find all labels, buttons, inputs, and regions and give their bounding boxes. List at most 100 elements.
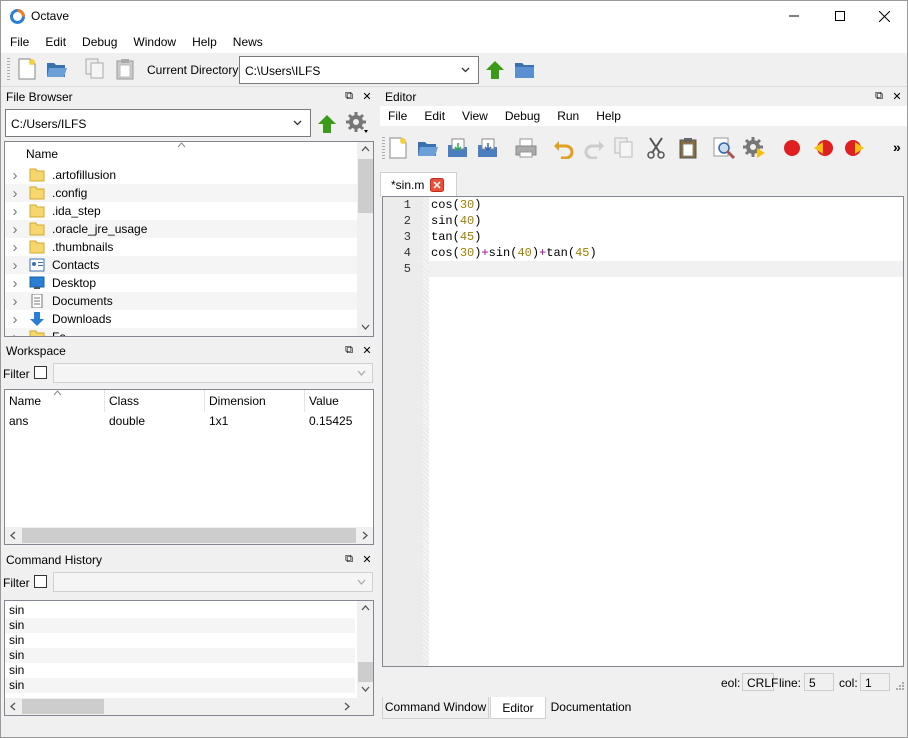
workspace-filter-checkbox[interactable] [34, 366, 47, 379]
history-filter-checkbox[interactable] [34, 575, 47, 588]
scroll-thumb[interactable] [22, 699, 104, 714]
scroll-down-icon[interactable] [361, 686, 370, 692]
expand-arrow-icon[interactable]: › [5, 257, 25, 274]
history-item[interactable]: sin [5, 603, 355, 618]
editor-open-button[interactable] [416, 136, 440, 160]
editor-cut-button[interactable] [644, 136, 668, 160]
tab-documentation[interactable]: Documentation [547, 697, 635, 719]
list-item[interactable]: › .oracle_jre_usage [5, 220, 357, 238]
editor-run-button[interactable] [742, 136, 766, 160]
close-icon[interactable]: ✕ [361, 553, 373, 566]
code-line[interactable]: cos(30)+sin(40)+tan(45) [431, 245, 901, 261]
history-item[interactable]: sin [5, 633, 355, 648]
editor-menu-view[interactable]: View [454, 106, 497, 128]
file-browser-settings-button[interactable] [345, 111, 369, 135]
workspace-hscrollbar[interactable] [5, 527, 373, 544]
code-editor[interactable]: 12345 cos(30) sin(40) tan(45) cos(30)+sin(4… [382, 196, 904, 667]
workspace-filter-input[interactable] [53, 363, 373, 383]
code-line[interactable] [431, 261, 901, 277]
editor-redo-button[interactable] [582, 136, 606, 160]
list-item[interactable]: › .config [5, 184, 357, 202]
undock-icon[interactable]: ⧉ [343, 90, 355, 102]
editor-menu-edit[interactable]: Edit [416, 106, 454, 128]
expand-arrow-icon[interactable]: › [5, 167, 25, 184]
editor-menu-file[interactable]: File [380, 106, 416, 128]
undock-icon[interactable]: ⧉ [343, 553, 355, 565]
scroll-up-icon[interactable] [361, 605, 370, 611]
expand-arrow-icon[interactable]: › [5, 293, 25, 310]
history-item[interactable]: sin [5, 663, 355, 678]
editor-save-button[interactable] [446, 136, 470, 160]
editor-menu-help[interactable]: Help [588, 106, 630, 128]
toggle-breakpoint-button[interactable] [780, 136, 804, 160]
expand-arrow-icon[interactable]: › [5, 239, 25, 256]
scroll-up-icon[interactable] [361, 146, 370, 152]
previous-breakpoint-button[interactable] [812, 136, 836, 160]
history-item[interactable]: sin [5, 618, 355, 633]
editor-new-button[interactable] [386, 136, 410, 160]
file-browser-path-combo[interactable]: C:/Users/ILFS [5, 109, 311, 137]
open-file-button[interactable] [45, 57, 69, 81]
scroll-thumb[interactable] [358, 662, 373, 682]
editor-save-as-button[interactable] [476, 136, 500, 160]
list-item[interactable]: › .ida_step [5, 202, 357, 220]
history-hscrollbar[interactable] [5, 698, 373, 715]
scroll-thumb[interactable] [358, 159, 373, 213]
table-row[interactable]: ans double 1x1 0.15425 [5, 412, 373, 430]
code-line[interactable]: tan(45) [431, 229, 901, 245]
menu-edit[interactable]: Edit [37, 31, 74, 53]
menu-window[interactable]: Window [125, 31, 184, 53]
editor-undo-button[interactable] [552, 136, 576, 160]
scroll-thumb[interactable] [22, 528, 356, 543]
column-header-value[interactable]: Value [305, 390, 373, 412]
editor-tab-sin-m[interactable]: *sin.m [380, 172, 457, 197]
maximize-button[interactable] [817, 1, 863, 31]
scroll-down-icon[interactable] [361, 324, 370, 330]
expand-arrow-icon[interactable]: › [5, 185, 25, 202]
close-icon[interactable]: ✕ [361, 90, 373, 103]
minimize-button[interactable] [771, 1, 817, 31]
code-line[interactable]: cos(30) [431, 197, 901, 213]
close-icon[interactable]: ✕ [361, 344, 373, 357]
editor-menu-run[interactable]: Run [549, 106, 588, 128]
list-item[interactable]: › Documents [5, 292, 357, 310]
undock-icon[interactable]: ⧉ [873, 90, 885, 102]
expand-arrow-icon[interactable]: › [5, 221, 25, 238]
editor-copy-button[interactable] [612, 136, 636, 160]
editor-find-button[interactable] [712, 136, 736, 160]
expand-arrow-icon[interactable]: › [5, 275, 25, 292]
editor-print-button[interactable] [514, 136, 538, 160]
scroll-right-icon[interactable] [344, 702, 350, 711]
column-header-class[interactable]: Class [105, 390, 205, 412]
history-vscrollbar[interactable] [357, 601, 373, 698]
undock-icon[interactable]: ⧉ [343, 344, 355, 356]
close-button[interactable] [861, 1, 907, 31]
scroll-right-icon[interactable] [362, 531, 368, 540]
parent-directory-button[interactable] [483, 58, 507, 82]
list-item[interactable]: › Contacts [5, 256, 357, 274]
list-item[interactable]: › Desktop [5, 274, 357, 292]
menu-help[interactable]: Help [184, 31, 225, 53]
column-header-dimension[interactable]: Dimension [205, 390, 305, 412]
file-browser-up-button[interactable] [315, 112, 339, 136]
tab-command-window[interactable]: Command Window [382, 697, 489, 719]
editor-menu-debug[interactable]: Debug [497, 106, 549, 128]
history-item[interactable]: sin [5, 678, 355, 693]
new-script-button[interactable] [15, 57, 39, 81]
browse-directories-button[interactable] [513, 58, 537, 82]
expand-arrow-icon[interactable]: › [5, 203, 25, 220]
menu-news[interactable]: News [225, 31, 271, 53]
copy-button[interactable] [83, 57, 107, 81]
list-item[interactable]: › .thumbnails [5, 238, 357, 256]
column-header-name[interactable]: Name [26, 147, 58, 161]
close-tab-icon[interactable] [430, 178, 444, 192]
history-item[interactable]: sin [5, 648, 355, 663]
menu-file[interactable]: File [1, 31, 37, 53]
list-item[interactable]: › Downloads [5, 310, 357, 328]
expand-arrow-icon[interactable]: › [5, 311, 25, 328]
toolbar-grip[interactable] [382, 137, 385, 161]
list-item[interactable]: › .artofillusion [5, 166, 357, 184]
list-item[interactable]: › Fa... [5, 328, 357, 336]
next-breakpoint-button[interactable] [842, 136, 866, 160]
close-icon[interactable]: ✕ [891, 90, 903, 103]
